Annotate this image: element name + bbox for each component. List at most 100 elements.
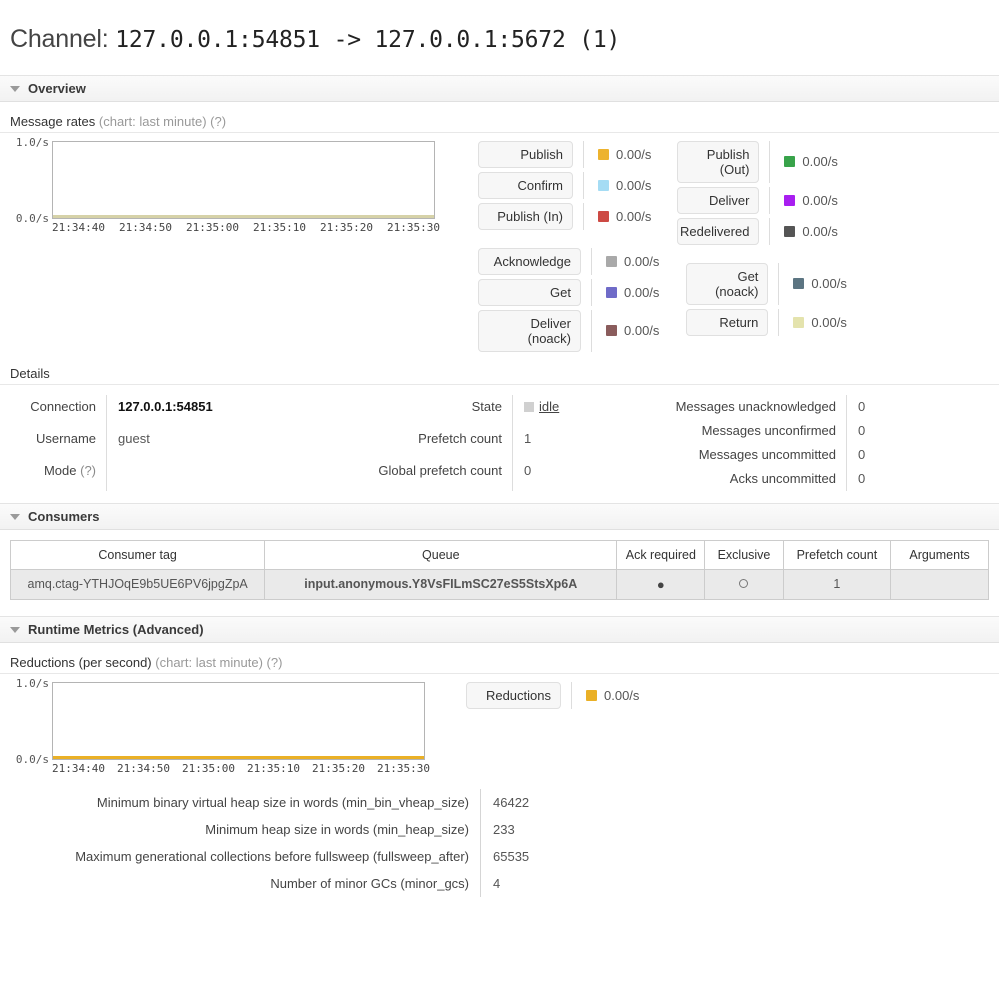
y-tick-top: 1.0/s bbox=[15, 676, 49, 690]
x-tick: 21:35:30 bbox=[377, 761, 430, 775]
x-tick: 21:34:40 bbox=[52, 220, 105, 234]
filled-dot-icon: ● bbox=[656, 576, 665, 592]
details-heading-label: Details bbox=[10, 365, 50, 381]
cell-consumer-tag: amq.ctag-YTHJOqE9b5UE6PV6jpgZpA bbox=[9, 568, 266, 600]
section-header-overview[interactable]: Overview bbox=[0, 74, 999, 102]
reductions-heading: Reductions (per second) (chart: last min… bbox=[0, 643, 999, 674]
rate-value-text: 0.00/s bbox=[616, 146, 652, 162]
cell-queue[interactable]: input.anonymous.Y8VsFILmSC27eS5StsXp6A bbox=[264, 568, 618, 600]
column-header-arguments[interactable]: Arguments bbox=[890, 539, 989, 570]
page-title-value: 127.0.0.1:54851 -> 127.0.0.1:5672 (1) bbox=[115, 26, 621, 53]
state-indicator-icon bbox=[524, 402, 534, 413]
metric-label: Minimum heap size in words (min_heap_siz… bbox=[205, 821, 469, 837]
detail-row-state: State idle bbox=[342, 394, 590, 427]
detail-value-global-prefetch-count: 0 bbox=[512, 458, 590, 491]
rate-button-publish-in[interactable]: Publish (In) bbox=[478, 202, 573, 230]
metric-row-min-bin-vheap-size: Minimum binary virtual heap size in word… bbox=[46, 788, 540, 816]
detail-row-username: Username guest bbox=[16, 426, 296, 459]
message-rates-chart-row: 1.0/s 0.0/s 21:34:40 21:34:50 21:35:00 2… bbox=[0, 133, 999, 356]
detail-row-connection: Connection 127.0.0.1:54851 bbox=[16, 394, 296, 427]
cell-prefetch-count: 1 bbox=[782, 568, 892, 600]
status-badge[interactable]: idle bbox=[539, 399, 559, 414]
rate-button-deliver[interactable]: Deliver bbox=[677, 186, 760, 214]
rate-button-confirm[interactable]: Confirm bbox=[478, 171, 573, 199]
rate-button-redelivered[interactable]: Redelivered bbox=[677, 217, 760, 245]
rate-value-reductions: 0.00/s bbox=[571, 681, 640, 709]
message-rates-help-icon[interactable]: (?) bbox=[210, 114, 226, 129]
x-tick: 21:34:40 bbox=[52, 761, 105, 775]
x-tick: 21:34:50 bbox=[117, 761, 170, 775]
rate-legend-item: Get 0.00/s bbox=[478, 278, 659, 306]
detail-value-acks-uncommitted: 0 bbox=[846, 466, 886, 491]
color-swatch-icon bbox=[586, 689, 597, 701]
rate-legend-item: Publish 0.00/s bbox=[478, 140, 659, 168]
section-header-consumers[interactable]: Consumers bbox=[0, 502, 999, 530]
rate-button-reductions[interactable]: Reductions bbox=[466, 681, 561, 709]
rate-value-get: 0.00/s bbox=[591, 278, 659, 306]
detail-value-connection: 127.0.0.1:54851 bbox=[106, 394, 296, 427]
page-title-prefix: Channel: bbox=[10, 24, 109, 53]
rate-button-publish-out[interactable]: Publish (Out) bbox=[677, 140, 760, 183]
rate-button-deliver-noack[interactable]: Deliver (noack) bbox=[478, 309, 581, 352]
detail-label: Messages uncommitted bbox=[698, 446, 836, 462]
x-tick: 21:35:10 bbox=[247, 761, 300, 775]
y-tick-bottom: 0.0/s bbox=[15, 752, 49, 766]
detail-value-mode bbox=[106, 458, 296, 491]
column-header-exclusive[interactable]: Exclusive bbox=[704, 539, 784, 570]
rate-button-get-noack[interactable]: Get (noack) bbox=[686, 262, 769, 305]
mode-help-icon[interactable]: (?) bbox=[80, 463, 96, 478]
x-tick: 21:35:20 bbox=[312, 761, 365, 775]
x-tick: 21:34:50 bbox=[119, 220, 172, 234]
rate-legend-item: Acknowledge 0.00/s bbox=[478, 247, 659, 275]
rate-button-publish[interactable]: Publish bbox=[478, 140, 573, 168]
message-rates-label: Message rates bbox=[10, 113, 96, 129]
rate-value-confirm: 0.00/s bbox=[583, 171, 652, 199]
rate-value-text: 0.00/s bbox=[802, 154, 838, 169]
detail-row-mode: Mode (?) bbox=[16, 458, 296, 491]
color-swatch-icon bbox=[598, 148, 609, 160]
rate-button-acknowledge[interactable]: Acknowledge bbox=[478, 247, 581, 275]
column-header-prefetch-count[interactable]: Prefetch count bbox=[782, 539, 892, 570]
legend-divider bbox=[677, 249, 846, 263]
detail-row-messages-uncommitted: Messages uncommitted 0 bbox=[630, 442, 886, 467]
color-swatch-icon bbox=[598, 210, 609, 222]
rate-button-get[interactable]: Get bbox=[478, 278, 581, 306]
metric-value: 46422 bbox=[480, 788, 540, 816]
chevron-down-icon bbox=[10, 513, 20, 520]
cell-arguments bbox=[890, 568, 989, 600]
reductions-zero-series-line bbox=[53, 755, 424, 759]
table-row[interactable]: amq.ctag-YTHJOqE9b5UE6PV6jpgZpA input.an… bbox=[9, 568, 989, 600]
reductions-chart: 1.0/s 0.0/s 21:34:40 21:34:50 21:35:00 2… bbox=[0, 677, 442, 775]
detail-row-prefetch-count: Prefetch count 1 bbox=[342, 426, 590, 459]
message-rates-chart-note: (chart: last minute) bbox=[98, 113, 207, 129]
rate-value-text: 0.00/s bbox=[802, 223, 838, 239]
section-header-runtime-metrics[interactable]: Runtime Metrics (Advanced) bbox=[0, 615, 999, 643]
column-header-ack-required[interactable]: Ack required bbox=[616, 539, 706, 570]
rate-value-text: 0.00/s bbox=[616, 177, 652, 193]
rate-value-get-noack: 0.00/s bbox=[778, 262, 847, 305]
rate-legend-group-2b: Get (noack) 0.00/s Return 0.00/s bbox=[686, 262, 847, 340]
rate-legend-group-2a: Publish (Out) 0.00/s Deliver 0.00/s Rede… bbox=[677, 140, 846, 249]
color-swatch-icon bbox=[784, 156, 796, 167]
detail-row-messages-unacknowledged: Messages unacknowledged 0 bbox=[630, 394, 886, 419]
reductions-help-icon[interactable]: (?) bbox=[267, 655, 283, 670]
rate-value-publish: 0.00/s bbox=[583, 140, 652, 168]
consumers-table: Consumer tag Queue Ack required Exclusiv… bbox=[9, 539, 989, 600]
metric-row-min-heap-size: Minimum heap size in words (min_heap_siz… bbox=[46, 815, 540, 843]
detail-label-text: Mode bbox=[43, 462, 77, 478]
rate-button-return[interactable]: Return bbox=[686, 308, 769, 336]
rate-value-text: 0.00/s bbox=[811, 276, 847, 291]
message-rates-chart: 1.0/s 0.0/s 21:34:40 21:34:50 21:35:00 2… bbox=[0, 136, 454, 234]
y-tick-bottom: 0.0/s bbox=[15, 211, 49, 225]
rate-legend-item: Reductions 0.00/s bbox=[466, 681, 640, 709]
rate-legend-item: Publish (Out) 0.00/s bbox=[677, 140, 846, 183]
column-header-consumer-tag[interactable]: Consumer tag bbox=[9, 539, 266, 570]
color-swatch-icon bbox=[606, 286, 617, 298]
details-panel: Connection 127.0.0.1:54851 Username gues… bbox=[0, 385, 999, 497]
rate-value-text: 0.00/s bbox=[604, 687, 640, 703]
message-rates-y-axis: 1.0/s 0.0/s bbox=[10, 136, 52, 225]
chevron-down-icon bbox=[10, 85, 20, 92]
column-header-queue[interactable]: Queue bbox=[264, 539, 618, 570]
color-swatch-icon bbox=[784, 194, 796, 206]
rate-value-text: 0.00/s bbox=[624, 323, 660, 338]
